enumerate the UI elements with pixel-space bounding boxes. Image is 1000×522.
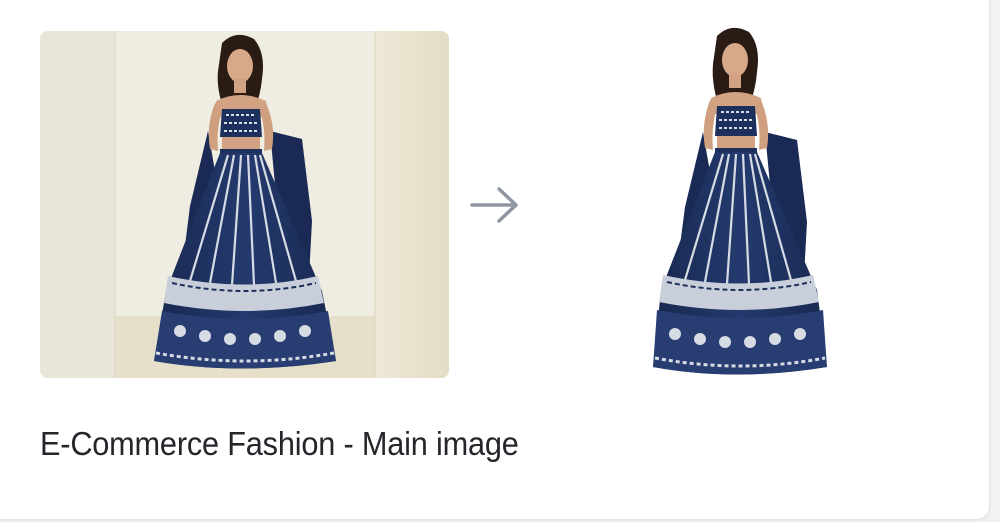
original-image: [40, 31, 449, 378]
arrow-right-icon: [468, 184, 522, 226]
model-figure-after: [653, 27, 827, 375]
image-caption: E-Commerce Fashion - Main image: [40, 425, 519, 462]
background-removed-image: [600, 22, 890, 384]
